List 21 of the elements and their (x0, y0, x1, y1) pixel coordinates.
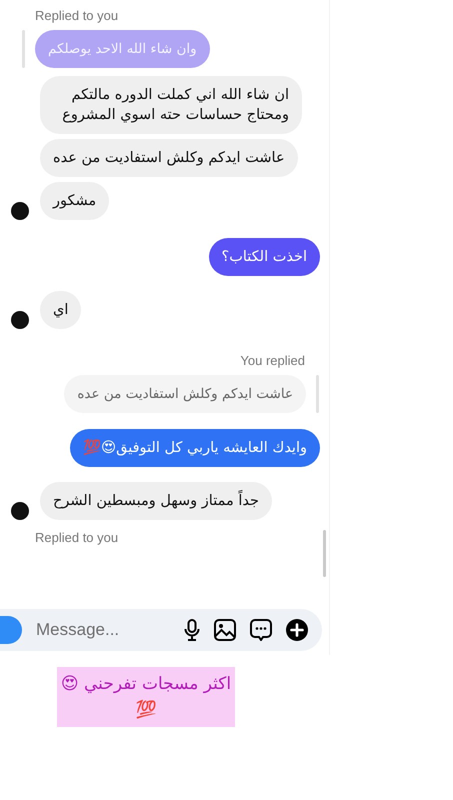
message-bubble: مشكور (40, 182, 110, 220)
message-bubble: اي (40, 291, 82, 329)
avatar[interactable] (11, 311, 29, 329)
image-icon[interactable] (214, 619, 236, 641)
caption-sticker: اكثر مسجات تفرحني 😍💯 (57, 667, 235, 727)
message-bubble: اخذت الكتاب؟ (208, 238, 320, 276)
quoted-message[interactable]: عاشت ايدكم وكلش استفاديت من عده (64, 375, 306, 413)
message-input[interactable]: Message... (36, 620, 170, 640)
avatar[interactable] (11, 202, 29, 220)
message-bubble: جداً ممتاز وسهل ومبسطين الشرح (40, 482, 272, 520)
message-bubble: عاشت ايدكم وكلش استفاديت من عده (40, 139, 298, 177)
message-bubble: وايدك العايشه ياربي كل التوفيق😍💯 (70, 429, 320, 467)
message-bubble: ان شاء الله اني كملت الدوره مالتكم ومحتاج حساسات حته اسوي المشروع (40, 76, 302, 134)
reply-label: You replied (239, 353, 306, 368)
reply-label: Replied to you (34, 8, 120, 23)
add-icon[interactable] (286, 619, 308, 641)
chat-bubble-icon[interactable] (250, 619, 272, 641)
avatar[interactable] (11, 502, 29, 520)
microphone-icon[interactable] (184, 619, 200, 641)
composer-bar[interactable]: Message... (0, 609, 322, 651)
reply-label: Replied to you (34, 530, 120, 545)
